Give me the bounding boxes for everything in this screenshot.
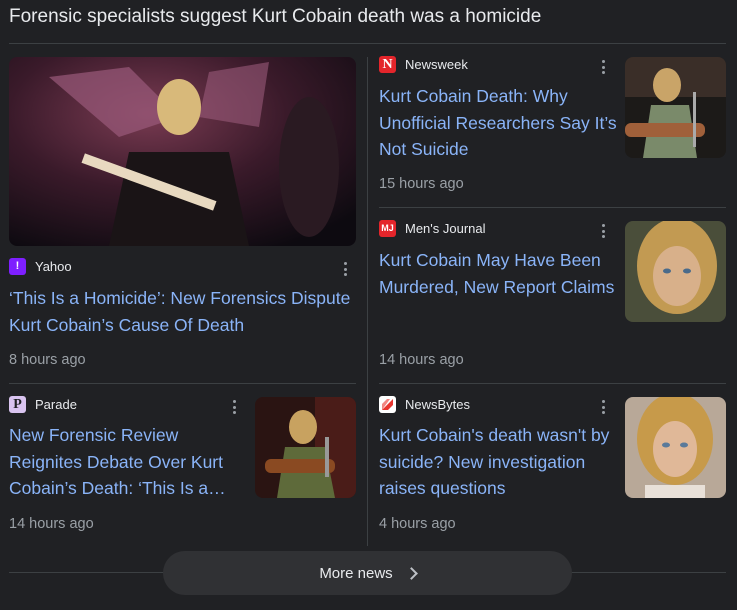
article-time: 8 hours ago bbox=[9, 352, 86, 368]
article-thumbnail[interactable] bbox=[625, 397, 726, 498]
more-news-button[interactable]: More news bbox=[163, 551, 572, 595]
more-options-icon[interactable] bbox=[597, 222, 609, 240]
title-line: Reignites Debate Over Kurt bbox=[9, 451, 223, 472]
mens-journal-icon: MJ bbox=[379, 220, 396, 237]
parade-icon: P bbox=[9, 396, 26, 413]
title-line: Cobain’s Death: ‘This Is a… bbox=[9, 478, 226, 498]
article-title[interactable]: ‘This Is a Homicide’: New Forensics Disp… bbox=[9, 285, 359, 338]
newsweek-icon: N bbox=[379, 56, 396, 73]
more-news-label: More news bbox=[319, 564, 393, 582]
article-thumbnail[interactable] bbox=[625, 221, 726, 322]
article-thumbnail[interactable] bbox=[255, 397, 356, 498]
article-source[interactable]: MJ Men's Journal bbox=[379, 220, 486, 237]
article-title[interactable]: New Forensic Review Reignites Debate Ove… bbox=[9, 422, 244, 502]
newsbytes-icon bbox=[379, 396, 396, 413]
article-title[interactable]: Kurt Cobain May Have Been Murdered, New … bbox=[379, 247, 619, 300]
yahoo-icon: ! bbox=[9, 258, 26, 275]
source-name: NewsBytes bbox=[405, 397, 471, 412]
article-title[interactable]: Kurt Cobain Death: Why Unofficial Resear… bbox=[379, 83, 619, 163]
article-source[interactable]: NewsBytes bbox=[379, 396, 470, 413]
article-source[interactable]: P Parade bbox=[9, 396, 77, 413]
source-name: Yahoo bbox=[35, 259, 72, 274]
more-options-icon[interactable] bbox=[597, 398, 609, 416]
chevron-right-icon bbox=[404, 567, 418, 580]
more-options-icon[interactable] bbox=[597, 58, 609, 76]
more-options-icon[interactable] bbox=[228, 398, 240, 416]
article-time: 15 hours ago bbox=[379, 176, 464, 192]
article-source[interactable]: ! Yahoo bbox=[9, 258, 72, 275]
divider bbox=[9, 383, 356, 384]
article-time: 4 hours ago bbox=[379, 516, 456, 532]
article-thumbnail[interactable] bbox=[625, 57, 726, 158]
article-title[interactable]: Kurt Cobain's death wasn't by suicide? N… bbox=[379, 422, 619, 502]
more-options-icon[interactable] bbox=[339, 260, 351, 278]
article-time: 14 hours ago bbox=[379, 352, 464, 368]
source-name: Parade bbox=[35, 397, 77, 412]
story-heading: Forensic specialists suggest Kurt Cobain… bbox=[9, 6, 542, 27]
article-thumbnail[interactable] bbox=[9, 57, 356, 246]
article-time: 14 hours ago bbox=[9, 516, 94, 532]
title-line: New Forensic Review bbox=[9, 425, 179, 445]
source-name: Newsweek bbox=[405, 57, 468, 72]
source-name: Men's Journal bbox=[405, 221, 486, 236]
column-divider bbox=[367, 57, 368, 546]
divider bbox=[379, 383, 726, 384]
divider bbox=[9, 43, 726, 44]
divider bbox=[379, 207, 726, 208]
article-source[interactable]: N Newsweek bbox=[379, 56, 468, 73]
